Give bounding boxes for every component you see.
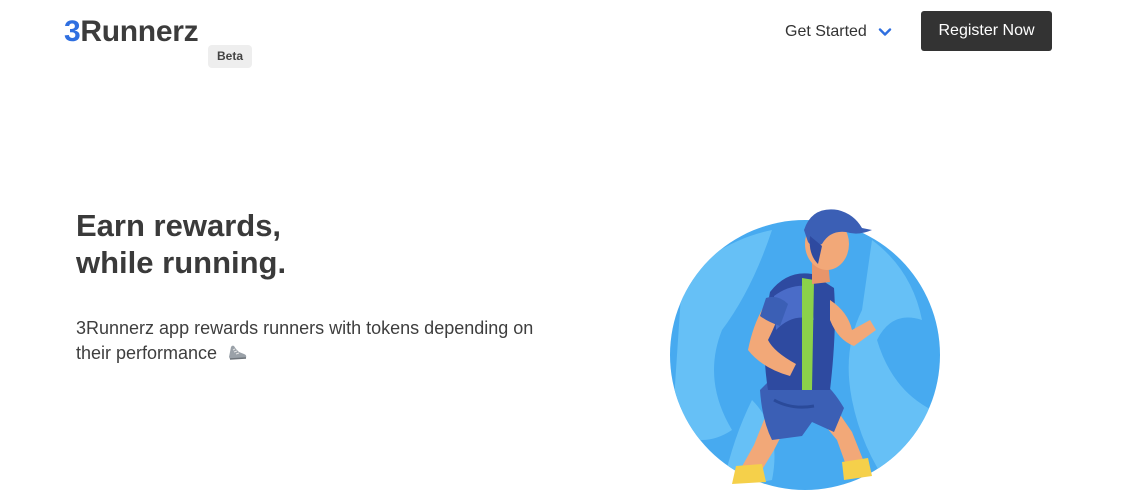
running-shoe-icon [229,345,247,360]
logo-text: 3Runnerz [64,14,199,50]
runner-illustration [670,209,940,490]
logo-prefix: 3 [64,15,81,48]
get-started-label: Get Started [785,23,867,40]
chevron-down-icon [878,28,892,36]
hero-description: 3Runnerz app rewards runners with tokens… [76,316,566,366]
beta-badge: Beta [208,45,253,68]
get-started-dropdown[interactable]: Get Started [785,20,893,44]
logo-name: Runnerz [80,15,199,48]
landing-page: 3Runnerz Beta Get Started Register Now E… [0,0,1123,501]
logo[interactable]: 3Runnerz Beta [64,14,253,68]
hero-title: Earn rewards, while running. [76,207,286,281]
hero-title-line2: while running. [76,245,287,280]
hero-description-text: 3Runnerz app rewards runners with tokens… [76,318,534,363]
register-now-button[interactable]: Register Now [921,11,1052,51]
hero-title-line1: Earn rewards, [76,208,282,243]
